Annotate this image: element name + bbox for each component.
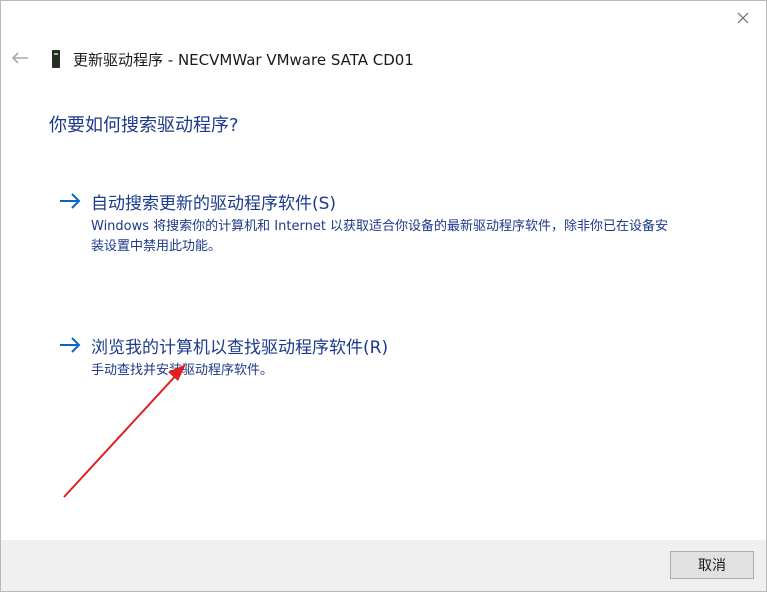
close-button[interactable]	[720, 1, 766, 35]
cancel-button[interactable]: 取消	[670, 551, 754, 579]
cd-drive-icon	[52, 50, 60, 68]
browse-computer-description: 手动查找并安装驱动程序软件。	[91, 363, 274, 378]
right-arrow-icon	[60, 193, 81, 209]
browse-computer-option[interactable]: 浏览我的计算机以查找驱动程序软件(R) 手动查找并安装驱动程序软件。	[59, 333, 659, 383]
back-arrow-icon	[11, 52, 28, 64]
auto-search-title: 自动搜索更新的驱动程序软件(S)	[91, 194, 337, 214]
auto-search-option[interactable]: 自动搜索更新的驱动程序软件(S) Windows 将搜索你的计算机和 Inter…	[59, 189, 668, 264]
page-heading: 你要如何搜索驱动程序?	[49, 115, 239, 136]
back-button[interactable]	[9, 47, 31, 69]
dialog-footer: 取消	[1, 540, 766, 591]
window-title: 更新驱动程序 - NECVMWar VMware SATA CD01	[73, 51, 414, 69]
auto-search-description: Windows 将搜索你的计算机和 Internet 以获取适合你设备的最新驱动…	[91, 219, 669, 254]
right-arrow-icon	[60, 337, 81, 353]
browse-computer-title: 浏览我的计算机以查找驱动程序软件(R)	[91, 338, 389, 358]
close-icon	[737, 12, 749, 24]
update-driver-dialog: 更新驱动程序 - NECVMWar VMware SATA CD01 你要如何搜…	[0, 0, 767, 592]
